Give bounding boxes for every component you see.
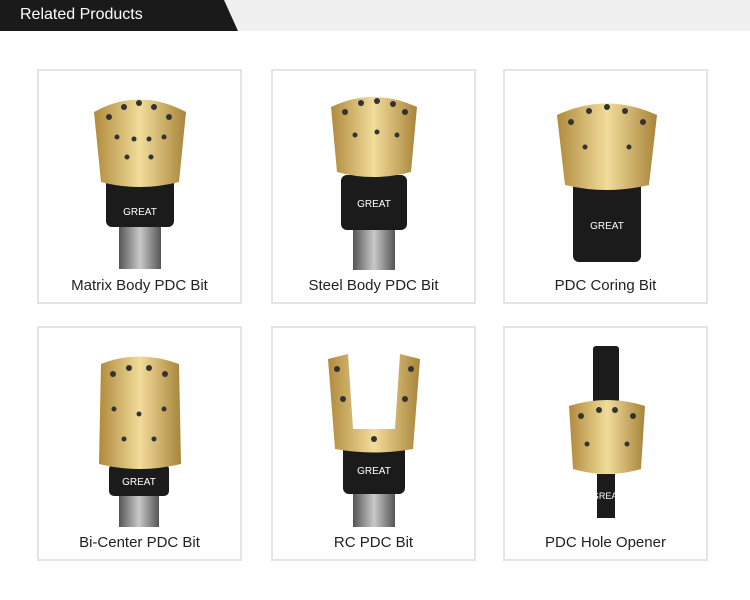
product-image[interactable]: GREAT bbox=[505, 334, 706, 534]
product-image[interactable]: GREAT bbox=[39, 77, 240, 277]
product-image[interactable]: GREAT bbox=[273, 77, 474, 277]
product-image[interactable]: GREAT bbox=[273, 334, 474, 534]
product-card-rc-pdc-bit[interactable]: GREAT RC PDC Bit bbox=[271, 326, 476, 561]
product-card-bi-center-pdc-bit[interactable]: GREAT Bi-Center PDC Bit bbox=[37, 326, 242, 561]
product-card-steel-body-pdc-bit[interactable]: GREAT Steel Body PDC Bit bbox=[271, 69, 476, 304]
product-card-matrix-body-pdc-bit[interactable]: GREAT Matrix Body PDC Bit bbox=[37, 69, 242, 304]
brand-logo: GREAT bbox=[122, 477, 156, 488]
product-label[interactable]: RC PDC Bit bbox=[273, 534, 474, 551]
product-image[interactable]: GREAT bbox=[505, 77, 706, 277]
product-label[interactable]: PDC Hole Opener bbox=[505, 534, 706, 551]
product-label[interactable]: Matrix Body PDC Bit bbox=[39, 277, 240, 294]
header-tab: Related Products bbox=[0, 0, 238, 31]
brand-logo: GREAT bbox=[592, 491, 623, 501]
product-label[interactable]: Bi-Center PDC Bit bbox=[39, 534, 240, 551]
brand-logo: GREAT bbox=[123, 207, 157, 218]
product-label[interactable]: PDC Coring Bit bbox=[505, 277, 706, 294]
product-card-pdc-coring-bit[interactable]: GREAT PDC Coring Bit bbox=[503, 69, 708, 304]
product-label[interactable]: Steel Body PDC Bit bbox=[273, 277, 474, 294]
brand-logo: GREAT bbox=[590, 221, 624, 232]
product-image[interactable]: GREAT bbox=[39, 334, 240, 534]
brand-logo: GREAT bbox=[357, 199, 391, 210]
section-title: Related Products bbox=[20, 6, 143, 23]
product-card-pdc-hole-opener[interactable]: GREAT PDC Hole Opener bbox=[503, 326, 708, 561]
brand-logo: GREAT bbox=[357, 466, 391, 477]
